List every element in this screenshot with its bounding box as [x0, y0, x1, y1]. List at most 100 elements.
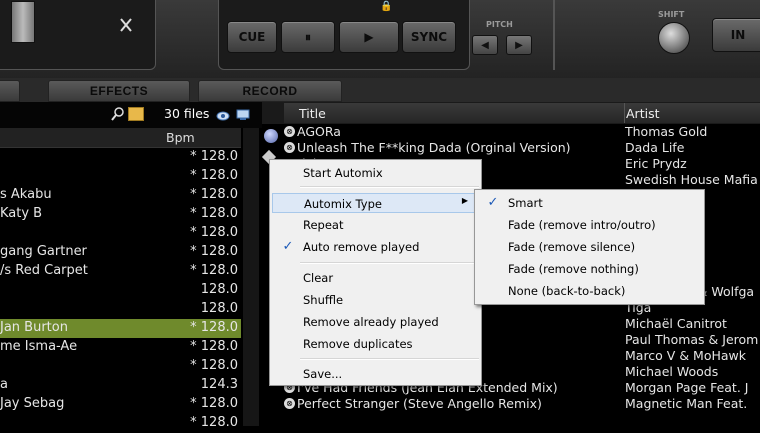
automix-track-artist: Marco V & MoHawk [625, 348, 747, 363]
menu-item-label: Shuffle [303, 293, 344, 307]
automix-track-artist: Magnetic Man Feat. [625, 396, 748, 411]
tab-effects[interactable]: EFFECTS [48, 80, 190, 102]
menu-item-automix-type[interactable]: Automix Type ▶ [272, 193, 479, 213]
checkmark-icon: ✓ [282, 239, 294, 254]
track-title: a [0, 377, 8, 392]
track-bpm: * 128.0 [190, 244, 238, 259]
table-row[interactable]: Jan Burton * 128.0 [0, 319, 241, 338]
automix-track-artist: Dada Life [625, 140, 685, 155]
pitch-slider[interactable] [11, 1, 35, 43]
menu-item-label: Automix Type [304, 197, 382, 211]
search-icon[interactable] [110, 106, 126, 122]
track-title: Katy B [0, 206, 43, 221]
remove-track-icon[interactable]: ⊗ [284, 398, 295, 409]
automix-track-title: AGORa [297, 124, 341, 139]
table-row[interactable]: 128.0 [0, 300, 241, 319]
remove-track-icon[interactable]: ⊗ [284, 126, 295, 137]
menu-item-shuffle[interactable]: Shuffle [272, 290, 479, 310]
table-row[interactable]: * 128.0 [0, 357, 241, 376]
track-title: s Akabu [0, 187, 52, 202]
deck-area: 🔒 CUE ⏸ ▶ SYNC PITCH ◀ ▶ SHIFT IN [0, 0, 760, 78]
submenu-arrow-icon: ▶ [461, 196, 468, 205]
submenu-item-label: None (back-to-back) [508, 284, 626, 298]
menu-item-label: Clear [303, 271, 334, 285]
menu-item-repeat[interactable]: Repeat [272, 215, 479, 235]
menu-separator [300, 186, 479, 188]
track-title: me Isma-Ae [0, 339, 78, 354]
sidelist-icon[interactable] [236, 106, 250, 120]
play-button[interactable]: ▶ [339, 21, 399, 53]
menu-item-save[interactable]: Save... [272, 364, 479, 384]
remove-track-icon[interactable]: ⊗ [284, 142, 295, 153]
automix-type-submenu: ✓ Smart Fade (remove intro/outro) Fade (r… [474, 189, 705, 305]
browser-header[interactable]: Bpm [0, 128, 241, 148]
list-item[interactable]: ⊗ AGORa Thomas Gold [282, 124, 760, 140]
table-row[interactable]: Katy B * 128.0 [0, 205, 241, 224]
automix-header: Title Artist [262, 102, 760, 124]
list-item[interactable]: ⊗ Perfect Stranger (Steve Angello Remix) M… [282, 396, 760, 412]
title-header-label: Title [299, 106, 326, 121]
table-row[interactable]: * 128.0 [0, 414, 241, 433]
menu-item-label: Save... [303, 367, 343, 381]
pitch-down-button[interactable]: ◀ [472, 35, 498, 55]
title-column-header[interactable]: Title [284, 103, 625, 123]
table-row[interactable]: /s Red Carpet * 128.0 [0, 262, 241, 281]
folder-icon[interactable] [128, 107, 144, 121]
menu-item-remove-duplicates[interactable]: Remove duplicates [272, 334, 479, 354]
menu-item-remove-already-played[interactable]: Remove already played [272, 312, 479, 332]
close-icon[interactable] [119, 1, 133, 41]
submenu-item-fade-nothing[interactable]: Fade (remove nothing) [477, 259, 702, 279]
track-title: /s Red Carpet [0, 263, 88, 278]
submenu-item-none[interactable]: None (back-to-back) [477, 281, 702, 301]
track-bpm: * 128.0 [190, 358, 238, 373]
table-row[interactable]: Jay Sebag * 128.0 [0, 395, 241, 414]
automix-context-menu: Start Automix Automix Type ▶ Repeat ✓ Auto… [269, 159, 482, 386]
track-bpm: * 128.0 [190, 187, 238, 202]
menu-item-start-automix[interactable]: Start Automix [272, 163, 479, 183]
automix-track-artist: Swedish House Mafia [625, 172, 758, 187]
shift-knob[interactable] [658, 22, 690, 54]
table-row[interactable]: gang Gartner * 128.0 [0, 243, 241, 262]
menu-item-label: Remove duplicates [303, 337, 413, 351]
bpm-header[interactable]: Bpm [166, 130, 195, 145]
list-item[interactable]: ⊗ Unleash The F**king Dada (Orginal Versi… [282, 140, 760, 156]
tab-record[interactable]: RECORD [198, 80, 342, 102]
table-row[interactable]: 128.0 [0, 281, 241, 300]
submenu-item-fade-silence[interactable]: Fade (remove silence) [477, 237, 702, 257]
artist-column-header[interactable]: Artist [625, 103, 760, 123]
automix-track-artist: Michaël Canitrot [625, 316, 727, 331]
automix-icon[interactable] [264, 129, 278, 143]
automix-track-artist: Eric Prydz [625, 156, 687, 171]
browser-scrollbar[interactable] [243, 128, 259, 426]
table-row[interactable]: * 128.0 [0, 148, 241, 167]
cue-button[interactable]: CUE [227, 21, 277, 53]
automix-track-artist: Morgan Page Feat. J [625, 380, 749, 395]
submenu-item-fade-intro-outro[interactable]: Fade (remove intro/outro) [477, 215, 702, 235]
lock-icon[interactable]: 🔒 [380, 1, 392, 12]
table-row[interactable]: s Akabu * 128.0 [0, 186, 241, 205]
track-title: Jay Sebag [0, 396, 65, 411]
file-count: 30 files [164, 106, 210, 121]
tab-row: EFFECTS RECORD [0, 78, 760, 102]
table-row[interactable]: me Isma-Ae * 128.0 [0, 338, 241, 357]
tab-browser[interactable] [0, 80, 20, 102]
automix-track-artist: Paul Thomas & Jerom [625, 332, 759, 347]
track-bpm: * 128.0 [190, 168, 238, 183]
pitch-up-button[interactable]: ▶ [506, 35, 532, 55]
menu-item-label: Start Automix [303, 166, 383, 180]
submenu-item-smart[interactable]: ✓ Smart [477, 193, 702, 213]
menu-item-auto-remove-played[interactable]: ✓ Auto remove played [272, 237, 479, 257]
menu-separator [300, 358, 479, 360]
menu-item-clear[interactable]: Clear [272, 268, 479, 288]
sync-button[interactable]: SYNC [402, 21, 456, 53]
menu-separator [300, 262, 479, 264]
automix-track-artist: Michael Woods [625, 364, 719, 379]
table-row[interactable]: * 128.0 [0, 167, 241, 186]
table-row[interactable]: * 128.0 [0, 224, 241, 243]
menu-item-label: Auto remove played [303, 240, 420, 254]
eye-icon[interactable] [216, 107, 230, 121]
track-bpm: * 128.0 [190, 415, 238, 430]
pause-button[interactable]: ⏸ [281, 21, 335, 53]
in-button[interactable]: IN [712, 18, 760, 52]
table-row[interactable]: a 124.3 [0, 376, 241, 395]
